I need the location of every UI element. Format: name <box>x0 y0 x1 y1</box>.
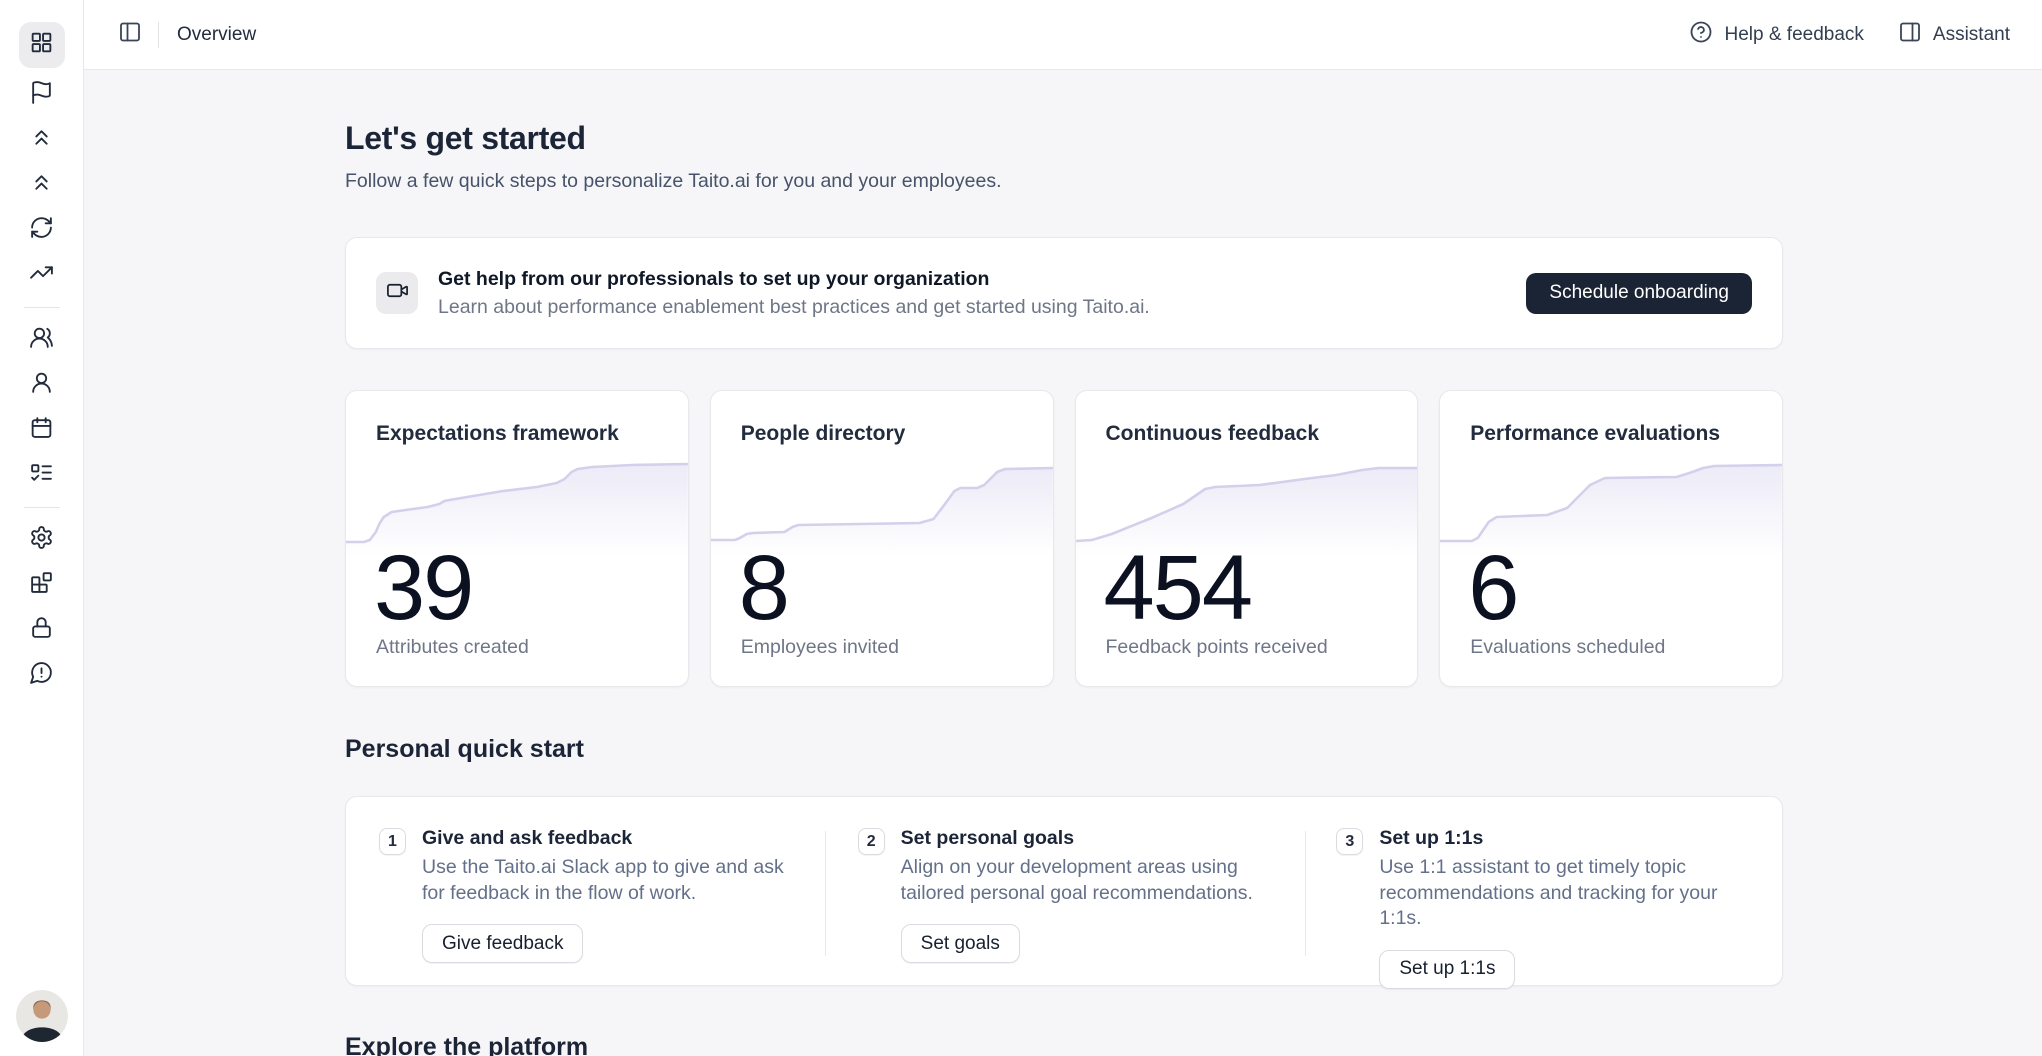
stat-label: Employees invited <box>711 636 1053 659</box>
help-feedback-button[interactable]: Help & feedback <box>1689 20 1863 50</box>
user-avatar[interactable] <box>16 990 68 1042</box>
sidebar-item-flag[interactable] <box>19 77 65 113</box>
sidebar-item-overview[interactable] <box>19 22 65 68</box>
stat-value: 6 <box>1440 548 1782 628</box>
refresh-icon <box>29 215 54 245</box>
step-number-badge: 3 <box>1336 828 1363 855</box>
page-title: Overview <box>177 24 256 46</box>
step-title: Give and ask feedback <box>422 827 790 850</box>
dashboard-grid-icon <box>29 30 54 60</box>
help-circle-icon <box>1689 20 1713 50</box>
schedule-onboarding-button[interactable]: Schedule onboarding <box>1526 273 1752 314</box>
onboarding-title: Get help from our professionals to set u… <box>438 268 1150 291</box>
sidebar-item-security[interactable] <box>19 612 65 648</box>
stat-card-evaluations[interactable]: Performance evaluations 6 Evaluations sc… <box>1439 390 1783 687</box>
topbar-separator <box>158 22 159 48</box>
main-content: Let's get started Follow a few quick ste… <box>84 70 2042 1056</box>
set-goals-button[interactable]: Set goals <box>901 924 1020 963</box>
users-icon <box>29 325 54 355</box>
stat-title: People directory <box>711 391 1053 446</box>
step-title: Set personal goals <box>901 827 1269 850</box>
step-divider <box>1305 831 1306 956</box>
message-alert-icon <box>29 660 54 690</box>
avatar-photo <box>16 990 68 1042</box>
quick-start-step-3: 3 Set up 1:1s Use 1:1 assistant to get t… <box>1303 797 1782 989</box>
quick-start-card: 1 Give and ask feedback Use the Taito.ai… <box>345 796 1783 986</box>
step-number-badge: 1 <box>379 828 406 855</box>
stat-card-people[interactable]: People directory 8 Employees invited <box>710 390 1054 687</box>
stat-card-feedback[interactable]: Continuous feedback 454 Feedback points … <box>1075 390 1419 687</box>
assistant-label: Assistant <box>1933 24 2010 46</box>
user-icon <box>29 370 54 400</box>
panel-left-icon <box>118 20 142 49</box>
topbar-actions: Help & feedback Assistant <box>1689 20 2010 50</box>
quick-start-step-1: 1 Give and ask feedback Use the Taito.ai… <box>346 797 825 989</box>
blocks-icon <box>29 570 54 600</box>
sidebar-item-people[interactable] <box>19 322 65 358</box>
chevrons-up-icon <box>29 125 54 155</box>
stat-title: Continuous feedback <box>1076 391 1418 446</box>
sidebar-item-integrations[interactable] <box>19 567 65 603</box>
sidebar-toggle-button[interactable] <box>112 17 148 53</box>
stat-title: Performance evaluations <box>1440 391 1782 446</box>
sidebar-item-feedback-loop[interactable] <box>19 212 65 248</box>
stat-value: 39 <box>346 548 688 628</box>
sidebar-divider <box>24 307 60 308</box>
sidebar-item-expectations[interactable] <box>19 122 65 158</box>
panel-right-icon <box>1898 20 1922 50</box>
stat-label: Attributes created <box>346 636 688 659</box>
quick-start-step-2: 2 Set personal goals Align on your devel… <box>825 797 1304 989</box>
chevrons-up-icon <box>29 170 54 200</box>
explore-heading: Explore the platform <box>345 1033 1783 1056</box>
stat-value: 454 <box>1076 548 1418 628</box>
stat-label: Evaluations scheduled <box>1440 636 1782 659</box>
setup-1on1s-button[interactable]: Set up 1:1s <box>1379 950 1515 989</box>
give-feedback-button[interactable]: Give feedback <box>422 924 583 963</box>
step-title: Set up 1:1s <box>1379 827 1747 850</box>
stat-label: Feedback points received <box>1076 636 1418 659</box>
flag-icon <box>29 80 54 110</box>
hero-title: Let's get started <box>345 120 1783 157</box>
gear-icon <box>29 525 54 555</box>
onboarding-text: Get help from our professionals to set u… <box>438 268 1150 319</box>
quick-start-heading: Personal quick start <box>345 735 1783 764</box>
trending-up-icon <box>29 260 54 290</box>
stat-card-expectations[interactable]: Expectations framework 39 Attributes cre… <box>345 390 689 687</box>
lock-icon <box>29 615 54 645</box>
step-description: Use 1:1 assistant to get timely topic re… <box>1379 855 1747 932</box>
topbar: Overview Help & feedback Assistant <box>84 0 2042 70</box>
step-number-badge: 2 <box>858 828 885 855</box>
calendar-icon <box>29 415 54 445</box>
onboarding-subtitle: Learn about performance enablement best … <box>438 296 1150 319</box>
stat-title: Expectations framework <box>346 391 688 446</box>
help-feedback-label: Help & feedback <box>1724 24 1863 46</box>
step-divider <box>825 831 826 956</box>
sidebar-item-support[interactable] <box>19 657 65 693</box>
stat-value: 8 <box>711 548 1053 628</box>
sidebar-divider <box>24 507 60 508</box>
video-icon <box>386 279 409 307</box>
app-root: Overview Help & feedback Assistant Let's… <box>0 0 2042 1056</box>
step-description: Use the Taito.ai Slack app to give and a… <box>422 855 790 906</box>
video-icon-box <box>376 272 418 314</box>
sidebar-item-profile[interactable] <box>19 367 65 403</box>
sidebar-item-performance[interactable] <box>19 257 65 293</box>
hero-section: Let's get started Follow a few quick ste… <box>345 120 1783 193</box>
sidebar <box>0 0 84 1056</box>
hero-subtitle: Follow a few quick steps to personalize … <box>345 170 1783 193</box>
assistant-button[interactable]: Assistant <box>1898 20 2010 50</box>
sidebar-item-settings[interactable] <box>19 522 65 558</box>
sidebar-item-goals[interactable] <box>19 167 65 203</box>
stats-row: Expectations framework 39 Attributes cre… <box>345 390 1783 687</box>
onboarding-card: Get help from our professionals to set u… <box>345 237 1783 349</box>
sidebar-item-calendar[interactable] <box>19 412 65 448</box>
step-description: Align on your development areas using ta… <box>901 855 1269 906</box>
checklist-icon <box>29 460 54 490</box>
sidebar-item-tasks[interactable] <box>19 457 65 493</box>
